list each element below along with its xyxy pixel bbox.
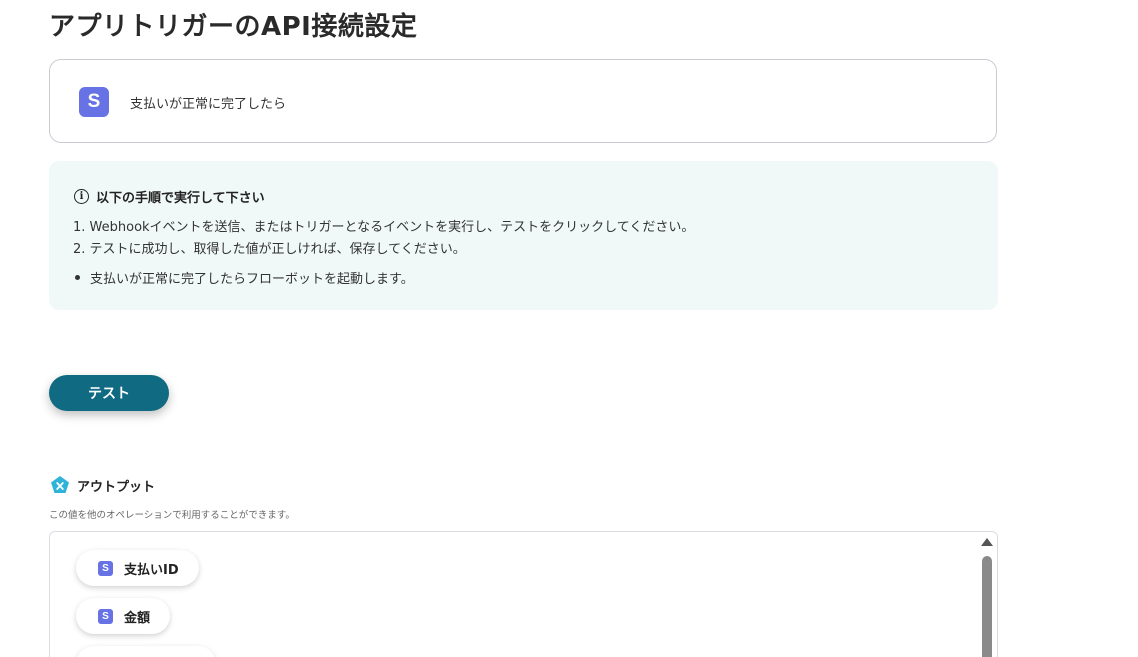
stripe-s-icon: S (79, 87, 109, 117)
output-item-partial[interactable] (76, 646, 216, 657)
instruction-step: 2. テストに成功し、取得した値が正しければ、保存してください。 (73, 242, 466, 257)
output-description: この値を他のオペレーションで利用することができます。 (49, 510, 295, 521)
output-heading: アウトプット (50, 475, 155, 495)
scroll-thumb[interactable] (982, 556, 992, 657)
instructions-heading: i 以下の手順で実行して下さい (74, 187, 265, 206)
trigger-label: 支払いが正常に完了したら (130, 97, 287, 112)
instructions-heading-text: 以下の手順で実行して下さい (96, 191, 265, 206)
output-item-payment-id[interactable]: S 支払いID (76, 550, 199, 586)
output-heading-text: アウトプット (77, 479, 156, 495)
output-list[interactable]: S 支払いID S 金額 (49, 531, 998, 657)
test-button[interactable]: テスト (49, 375, 169, 411)
instruction-bullet: 支払いが正常に完了したらフローボットを起動します。 (74, 268, 414, 287)
page: アプリトリガーのAPI接続設定 S 支払いが正常に完了したら i 以下の手順で実… (0, 0, 1138, 657)
output-pentagon-icon (51, 476, 69, 493)
stripe-s-icon: S (98, 560, 113, 576)
instruction-step: 1. Webhookイベントを送信、またはトリガーとなるイベントを実行し、テスト… (73, 220, 695, 235)
output-item-amount[interactable]: S 金額 (76, 598, 171, 634)
info-circle-icon: i (74, 189, 89, 204)
output-scrollbar[interactable] (981, 536, 993, 657)
stripe-s-icon: S (98, 608, 113, 624)
trigger-card: S 支払いが正常に完了したら (49, 59, 997, 143)
page-title: アプリトリガーのAPI接続設定 (49, 12, 418, 42)
output-item-label: 金額 (124, 610, 151, 626)
scroll-up-arrow-icon[interactable] (981, 538, 993, 546)
output-item-label: 支払いID (124, 562, 179, 578)
instructions-box: i 以下の手順で実行して下さい 1. Webhookイベントを送信、またはトリガ… (49, 161, 998, 310)
